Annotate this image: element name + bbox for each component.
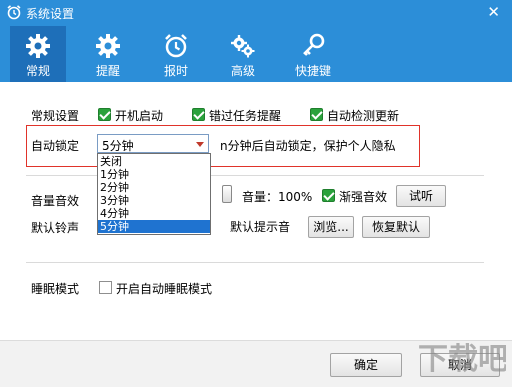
alarm-clock-icon [6,4,22,23]
option-2min[interactable]: 2分钟 [98,181,210,194]
window-title: 系统设置 [26,7,75,21]
ringtone-label: 默认铃声 [31,221,80,235]
chevron-down-icon[interactable] [196,142,204,147]
startup-checkbox[interactable] [98,108,111,121]
startup-label[interactable]: 开机启动 [115,107,163,124]
sleep-mode-label: 睡眠模式 [31,282,80,296]
fade-in-label[interactable]: 渐强音效 [339,188,387,205]
option-1min[interactable]: 1分钟 [98,168,210,181]
close-icon[interactable]: ✕ [487,3,500,21]
tab-general-label: 常规 [25,64,50,78]
tab-shortcuts-label: 快捷键 [294,64,331,78]
auto-update-checkbox[interactable] [310,108,323,121]
auto-sleep-label[interactable]: 开启自动睡眠模式 [116,280,212,297]
test-sound-button[interactable]: 试听 [396,185,446,207]
missed-task-checkbox[interactable] [192,108,205,121]
volume-value: 100% [278,190,313,204]
settings-window: 系统设置 ✕ 常规 提醒 报时 高级 快捷键 常规设置 开机启动 错过任务提醒 … [0,0,512,387]
title-bar: 系统设置 ✕ [0,0,512,26]
tab-advanced-label: 高级 [230,64,255,78]
volume-slider-thumb[interactable] [222,185,232,203]
tab-chime-label: 报时 [163,64,188,78]
option-4min[interactable]: 4分钟 [98,207,210,220]
key-icon [299,32,327,60]
divider [26,175,484,176]
option-3min[interactable]: 3分钟 [98,194,210,207]
autolock-dropdown-list: 关闭 1分钟 2分钟 3分钟 4分钟 5分钟 [97,153,211,235]
gear-icon [94,32,122,60]
ok-button[interactable]: 确定 [330,353,402,377]
tab-reminder[interactable]: 提醒 [80,26,136,82]
tab-shortcuts[interactable]: 快捷键 [285,26,341,82]
tab-bar: 常规 提醒 报时 高级 快捷键 [0,26,512,82]
option-off[interactable]: 关闭 [98,155,210,168]
alarm-clock-icon [162,32,190,60]
settings-panel: 常规设置 开机启动 错过任务提醒 自动检测更新 自动锁定 5分钟 n分钟后自动锁… [0,82,512,387]
watermark-logo: 下载吧 [416,327,508,384]
fade-in-checkbox[interactable] [322,189,335,202]
auto-sleep-checkbox[interactable] [99,281,112,294]
gears-icon [229,32,257,60]
option-5min[interactable]: 5分钟 [98,220,210,233]
ringtone-current: 默认提示音 [230,220,291,234]
browse-button[interactable]: 浏览... [308,216,354,238]
svg-text:下载吧: 下载吧 [418,342,506,377]
missed-task-label[interactable]: 错过任务提醒 [209,107,281,124]
gear-icon [24,32,52,60]
volume-caption: 音量： [242,190,279,204]
autolock-description: n分钟后自动锁定，保护个人隐私 [220,139,396,153]
reset-default-button[interactable]: 恢复默认 [362,216,430,238]
divider [26,262,484,263]
tab-reminder-label: 提醒 [95,64,120,78]
general-settings-label: 常规设置 [31,109,80,123]
auto-update-label[interactable]: 自动检测更新 [327,107,399,124]
tab-general[interactable]: 常规 [10,26,66,82]
autolock-label: 自动锁定 [31,139,80,153]
tab-chime[interactable]: 报时 [148,26,204,82]
volume-label: 音量音效 [31,194,80,208]
autolock-select[interactable]: 5分钟 [97,134,209,153]
volume-text: 音量：100% [242,188,312,205]
autolock-selected-value: 5分钟 [102,139,134,153]
tab-advanced[interactable]: 高级 [215,26,271,82]
